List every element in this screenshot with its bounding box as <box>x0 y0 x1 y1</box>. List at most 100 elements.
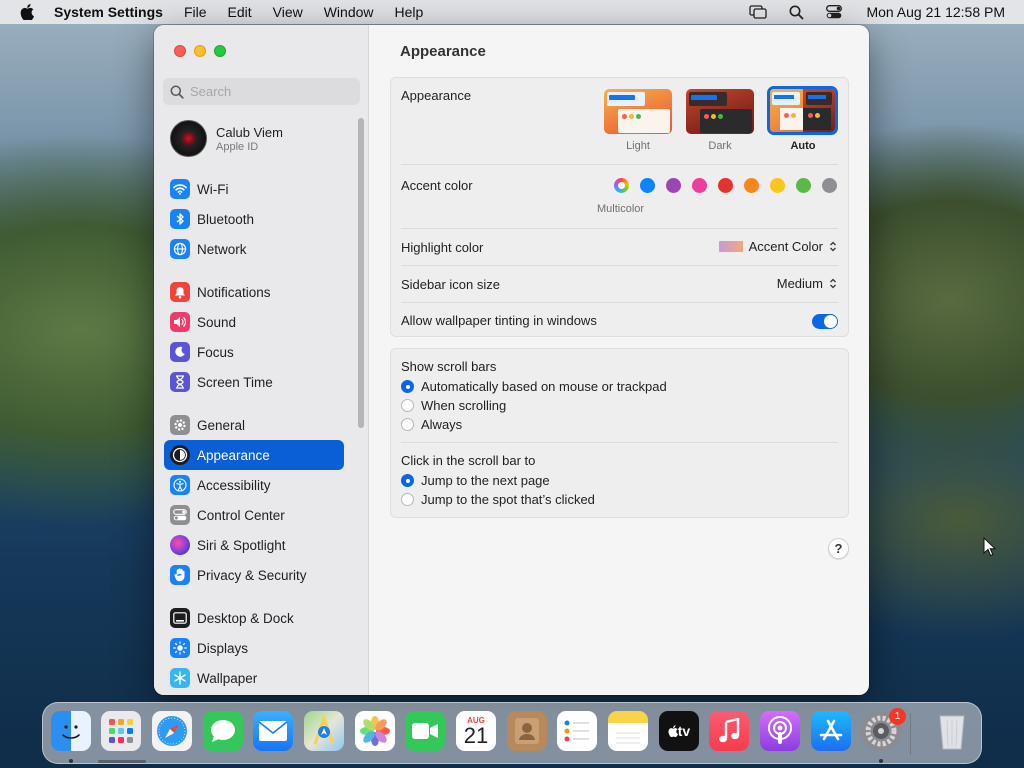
close-button[interactable] <box>174 45 186 57</box>
sidebar-item-accessibility[interactable]: Accessibility <box>164 470 344 500</box>
photos-flower-icon <box>360 716 390 746</box>
accent-swatch-multicolor[interactable] <box>614 178 629 193</box>
sidebar-item-appearance[interactable]: Appearance <box>164 440 344 470</box>
appearance-option-dark[interactable] <box>686 89 754 134</box>
radio-label: Automatically based on mouse or trackpad <box>421 379 667 394</box>
sidebar-item-screen-time[interactable]: Screen Time <box>164 367 344 397</box>
help-button[interactable]: ? <box>828 538 849 559</box>
dock-photos[interactable] <box>355 711 395 751</box>
radio-button[interactable] <box>401 399 414 412</box>
appearance-option-auto[interactable] <box>767 86 838 135</box>
menu-bar: System Settings File Edit View Window He… <box>0 0 1024 24</box>
sidebar-item-displays[interactable]: Displays <box>164 633 344 663</box>
apple-id-profile[interactable]: Calub Viem Apple ID <box>170 120 283 157</box>
wallpaper-tinting-label: Allow wallpaper tinting in windows <box>401 313 597 328</box>
sidebar-item-general[interactable]: General <box>164 410 344 440</box>
accent-swatch-green[interactable] <box>796 178 811 193</box>
dock-finder[interactable] <box>51 711 91 751</box>
radio-button-selected[interactable] <box>401 380 414 393</box>
accent-swatch-blue[interactable] <box>640 178 655 193</box>
dock-podcasts[interactable] <box>760 711 800 751</box>
mouse-pointer-icon <box>983 536 997 560</box>
sidebar-item-network[interactable]: Network <box>164 234 344 264</box>
sidebar-icon-size-value: Medium <box>776 276 823 291</box>
music-note-icon <box>719 718 740 743</box>
screen-mirroring-icon[interactable] <box>749 5 768 19</box>
dock-tv[interactable]: tv <box>659 711 699 751</box>
radio-button[interactable] <box>401 493 414 506</box>
sidebar-item-wifi[interactable]: Wi-Fi <box>164 174 344 204</box>
sidebar-item-bluetooth[interactable]: Bluetooth <box>164 204 344 234</box>
dock-app-store[interactable] <box>811 711 851 751</box>
chevron-updown-icon <box>828 277 838 290</box>
sidebar-item-desktop-dock[interactable]: Desktop & Dock <box>164 603 344 633</box>
sidebar-item-label: Sound <box>197 314 237 330</box>
menubar-clock[interactable]: Mon Aug 21 12:58 PM <box>866 4 1005 20</box>
radio-button[interactable] <box>401 418 414 431</box>
apple-menu-icon[interactable] <box>20 4 34 20</box>
dock-divider-bar <box>98 760 146 763</box>
wallpaper-tinting-toggle[interactable] <box>812 314 838 329</box>
accent-swatch-orange[interactable] <box>744 178 759 193</box>
window-menu[interactable]: Window <box>324 4 374 20</box>
radio-label: When scrolling <box>421 398 507 413</box>
sidebar-icon-size-popup[interactable]: Medium <box>777 276 838 291</box>
control-center-icon[interactable] <box>826 5 843 19</box>
app-name-menu[interactable]: System Settings <box>54 4 163 20</box>
click-scroll-bar-label: Click in the scroll bar to <box>401 453 536 468</box>
wallpaper-tinting-row: Allow wallpaper tinting in windows <box>401 303 838 336</box>
sidebar-item-privacy-security[interactable]: Privacy & Security <box>164 560 344 590</box>
dock-trash[interactable] <box>932 711 972 751</box>
sidebar-item-notifications[interactable]: Notifications <box>164 277 344 307</box>
dock-safari[interactable] <box>152 711 192 751</box>
click-option-next-page[interactable]: Jump to the next page <box>401 471 838 490</box>
accent-swatch-red[interactable] <box>718 178 733 193</box>
search-field[interactable]: Search <box>163 78 360 105</box>
profile-name: Calub Viem <box>216 124 283 140</box>
scroll-bars-option-when-scrolling[interactable]: When scrolling <box>401 396 838 415</box>
sidebar-item-wallpaper[interactable]: Wallpaper <box>164 663 344 693</box>
dock-music[interactable] <box>709 711 749 751</box>
accent-swatch-graphite[interactable] <box>822 178 837 193</box>
highlight-color-popup[interactable]: Accent Color <box>718 239 838 254</box>
appearance-option-light[interactable] <box>604 89 672 134</box>
sidebar-item-control-center[interactable]: Control Center <box>164 500 344 530</box>
file-menu[interactable]: File <box>184 4 207 20</box>
accent-swatch-pink[interactable] <box>692 178 707 193</box>
click-option-spot-clicked[interactable]: Jump to the spot that’s clicked <box>401 490 838 509</box>
calendar-day: 21 <box>463 723 489 748</box>
dock-calendar[interactable]: AUG 21 <box>456 711 496 751</box>
scroll-bars-option-always[interactable]: Always <box>401 415 838 434</box>
dock-mail[interactable] <box>253 711 293 751</box>
tv-label: tv <box>677 723 691 739</box>
accent-swatch-purple[interactable] <box>666 178 681 193</box>
map-pin-icon <box>313 716 335 745</box>
dock-messages[interactable] <box>203 711 243 751</box>
minimize-button[interactable] <box>194 45 206 57</box>
sidebar-item-focus[interactable]: Focus <box>164 337 344 367</box>
accent-color-label: Accent color <box>401 178 473 193</box>
dock-maps[interactable] <box>304 711 344 751</box>
sidebar-group-notifications: Notifications Sound Focus Screen Time <box>164 277 344 397</box>
radio-button-selected[interactable] <box>401 474 414 487</box>
accent-color-row: Accent color Multicolor <box>401 165 838 229</box>
sidebar-scrollbar[interactable] <box>358 118 364 428</box>
compass-icon <box>157 716 187 746</box>
accent-swatch-yellow[interactable] <box>770 178 785 193</box>
dock-notes[interactable] <box>608 711 648 751</box>
video-camera-icon <box>412 723 438 739</box>
scroll-bars-option-automatic[interactable]: Automatically based on mouse or trackpad <box>401 377 838 396</box>
spotlight-search-icon[interactable] <box>789 5 804 20</box>
help-menu[interactable]: Help <box>395 4 424 20</box>
view-menu[interactable]: View <box>273 4 303 20</box>
dock-launchpad[interactable] <box>101 711 141 751</box>
sidebar-item-label: Network <box>197 241 247 257</box>
dock-reminders[interactable] <box>557 711 597 751</box>
sidebar-item-sound[interactable]: Sound <box>164 307 344 337</box>
dock-facetime[interactable] <box>405 711 445 751</box>
edit-menu[interactable]: Edit <box>228 4 252 20</box>
radio-label: Jump to the spot that’s clicked <box>421 492 595 507</box>
dock-contacts[interactable] <box>507 711 547 751</box>
sidebar-item-siri-spotlight[interactable]: Siri & Spotlight <box>164 530 344 560</box>
zoom-button[interactable] <box>214 45 226 57</box>
